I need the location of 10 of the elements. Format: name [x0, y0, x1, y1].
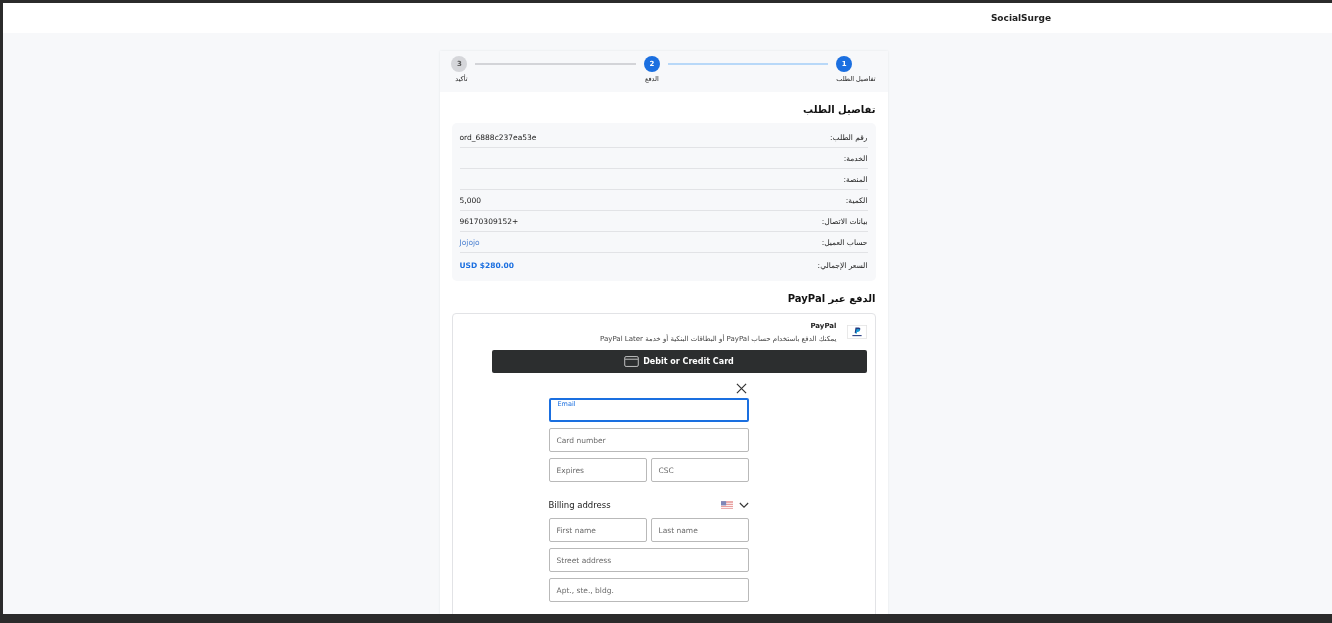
- brand-name[interactable]: SocialSurge: [990, 13, 1051, 23]
- section-title: تفاصيل الطلب: [802, 104, 876, 115]
- billing-title: Billing address: [548, 500, 611, 510]
- close-icon[interactable]: [735, 383, 747, 394]
- paypal-logo-icon: [846, 325, 867, 339]
- card-payment-button[interactable]: Debit or Credit Card: [491, 350, 867, 373]
- flag-icon[interactable]: [720, 501, 733, 509]
- section-title: الدفع عبر PayPal: [786, 293, 876, 304]
- chevron-down-icon[interactable]: [738, 501, 749, 509]
- credit-card-icon: [624, 356, 640, 367]
